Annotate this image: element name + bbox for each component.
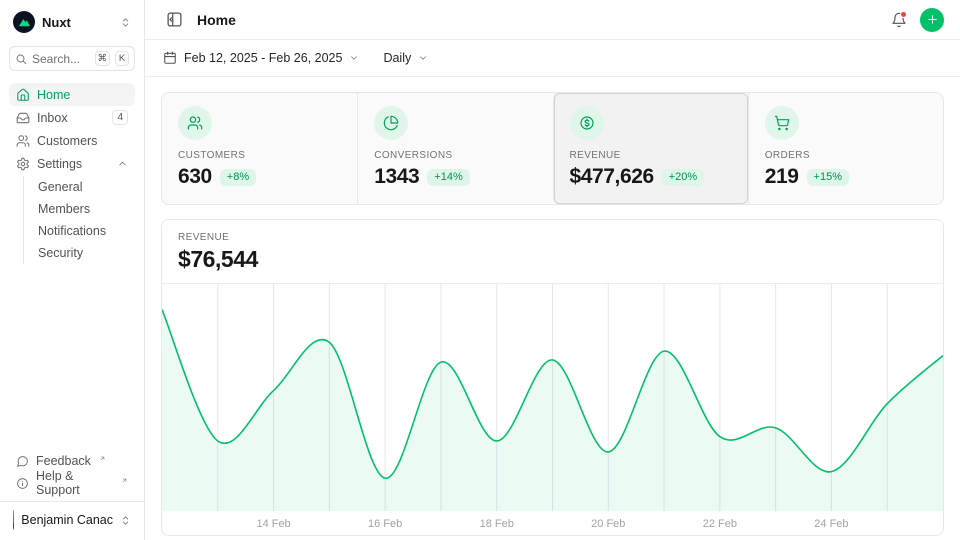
revenue-chart-card: REVENUE $76,544 14 Feb 16 Feb 18 Feb 20 Feb… xyxy=(161,219,944,536)
chevron-down-icon xyxy=(418,53,428,63)
stat-delta-badge: +8% xyxy=(220,169,256,186)
period-label: Daily xyxy=(383,51,411,65)
filters-toolbar: Feb 12, 2025 - Feb 26, 2025 Daily xyxy=(145,40,960,77)
home-icon xyxy=(16,88,30,102)
sidebar-item-label: Customers xyxy=(37,134,97,148)
info-circle-icon xyxy=(16,477,29,490)
message-bubble-icon xyxy=(16,455,29,468)
panel-left-close-icon xyxy=(166,11,183,28)
svg-text:14 Feb: 14 Feb xyxy=(256,518,290,530)
search-input[interactable] xyxy=(32,52,90,66)
sidebar-item-customers[interactable]: Customers xyxy=(9,129,135,152)
plus-icon xyxy=(926,13,939,26)
settings-subnav: General Members Notifications Security xyxy=(23,176,135,264)
calendar-icon xyxy=(163,51,177,65)
stat-conversions[interactable]: CONVERSIONS 1343 +14% xyxy=(357,93,552,204)
inbox-count-badge: 4 xyxy=(112,110,128,125)
nuxt-logo-icon xyxy=(13,11,35,33)
stat-value: 1343 xyxy=(374,165,419,189)
sidebar-item-settings[interactable]: Settings xyxy=(9,152,135,175)
kbd-meta: ⌘ xyxy=(95,51,111,66)
revenue-area-chart[interactable]: 14 Feb 16 Feb 18 Feb 20 Feb 22 Feb 24 Feb xyxy=(162,284,943,535)
date-range-label: Feb 12, 2025 - Feb 26, 2025 xyxy=(184,51,342,65)
search-icon xyxy=(15,53,27,65)
stats-row: CUSTOMERS 630 +8% CONVERSIONS 1343 +14% xyxy=(161,92,944,205)
user-menu-button[interactable]: Benjamin Canac xyxy=(0,501,144,532)
external-link-icon xyxy=(99,455,106,462)
stat-delta-badge: +15% xyxy=(807,169,849,186)
stat-label: CONVERSIONS xyxy=(374,150,536,161)
svg-text:16 Feb: 16 Feb xyxy=(368,518,402,530)
chart-metric-value: $76,544 xyxy=(178,246,927,273)
date-range-picker[interactable]: Feb 12, 2025 - Feb 26, 2025 xyxy=(161,47,361,69)
gear-icon xyxy=(16,157,30,171)
page-header: Home xyxy=(145,0,960,40)
pie-chart-icon xyxy=(374,106,408,140)
sidebar-item-label: Settings xyxy=(37,157,82,171)
chevrons-up-down-icon xyxy=(120,17,131,28)
period-select[interactable]: Daily xyxy=(381,47,430,69)
svg-text:22 Feb: 22 Feb xyxy=(703,518,737,530)
stat-label: ORDERS xyxy=(765,150,927,161)
chevron-up-icon xyxy=(117,158,128,169)
chart-plot-area[interactable]: 14 Feb 16 Feb 18 Feb 20 Feb 22 Feb 24 Feb xyxy=(162,283,943,535)
dashboard-content: CUSTOMERS 630 +8% CONVERSIONS 1343 +14% xyxy=(145,77,960,540)
stat-customers[interactable]: CUSTOMERS 630 +8% xyxy=(162,93,357,204)
external-link-icon xyxy=(121,477,128,484)
sidebar-item-members[interactable]: Members xyxy=(24,198,135,220)
kbd-k: K xyxy=(115,51,129,66)
users-icon xyxy=(16,134,30,148)
user-name: Benjamin Canac xyxy=(21,513,113,527)
sidebar-item-notifications[interactable]: Notifications xyxy=(24,220,135,242)
user-avatar xyxy=(13,510,14,530)
workspace-switcher[interactable]: Nuxt xyxy=(9,8,135,36)
chevron-down-icon xyxy=(349,53,359,63)
stat-value: 219 xyxy=(765,165,799,189)
sidebar-item-home[interactable]: Home xyxy=(9,83,135,106)
search-input-wrapper[interactable]: ⌘ K xyxy=(9,46,135,71)
notifications-button[interactable] xyxy=(886,7,912,33)
inbox-icon xyxy=(16,111,30,125)
help-support-link[interactable]: Help & Support xyxy=(9,472,135,494)
stat-label: REVENUE xyxy=(570,150,732,161)
stat-value: 630 xyxy=(178,165,212,189)
stat-value: $477,626 xyxy=(570,165,654,189)
users-icon xyxy=(178,106,212,140)
add-button[interactable] xyxy=(920,8,944,32)
sidebar-item-label: Inbox xyxy=(37,111,68,125)
chart-header: REVENUE $76,544 xyxy=(162,220,943,283)
stat-orders[interactable]: ORDERS 219 +15% xyxy=(748,93,943,204)
sidebar-nav: Home Inbox 4 Customers Settings Genera xyxy=(9,83,135,264)
shopping-cart-icon xyxy=(765,106,799,140)
chart-metric-label: REVENUE xyxy=(178,232,927,243)
dollar-circle-icon xyxy=(570,106,604,140)
stat-label: CUSTOMERS xyxy=(178,150,341,161)
sidebar-item-security[interactable]: Security xyxy=(24,242,135,264)
main-panel: Home Feb 12, 2025 - Feb 26, 2025 xyxy=(145,0,960,540)
workspace-name: Nuxt xyxy=(42,15,71,30)
chevrons-up-down-icon xyxy=(120,515,131,526)
sidebar-item-inbox[interactable]: Inbox 4 xyxy=(9,106,135,129)
svg-text:24 Feb: 24 Feb xyxy=(814,518,848,530)
help-support-label: Help & Support xyxy=(36,469,113,497)
sidebar: Nuxt ⌘ K Home Inbox 4 xyxy=(0,0,145,540)
sidebar-item-general[interactable]: General xyxy=(24,176,135,198)
collapse-sidebar-button[interactable] xyxy=(161,7,187,33)
stat-revenue[interactable]: REVENUE $477,626 +20% xyxy=(553,93,748,204)
page-title: Home xyxy=(197,12,236,28)
stat-delta-badge: +14% xyxy=(427,169,469,186)
sidebar-item-label: Home xyxy=(37,88,70,102)
stat-delta-badge: +20% xyxy=(662,169,704,186)
svg-text:18 Feb: 18 Feb xyxy=(480,518,514,530)
feedback-label: Feedback xyxy=(36,454,91,468)
notification-dot xyxy=(900,11,907,18)
svg-text:20 Feb: 20 Feb xyxy=(591,518,625,530)
